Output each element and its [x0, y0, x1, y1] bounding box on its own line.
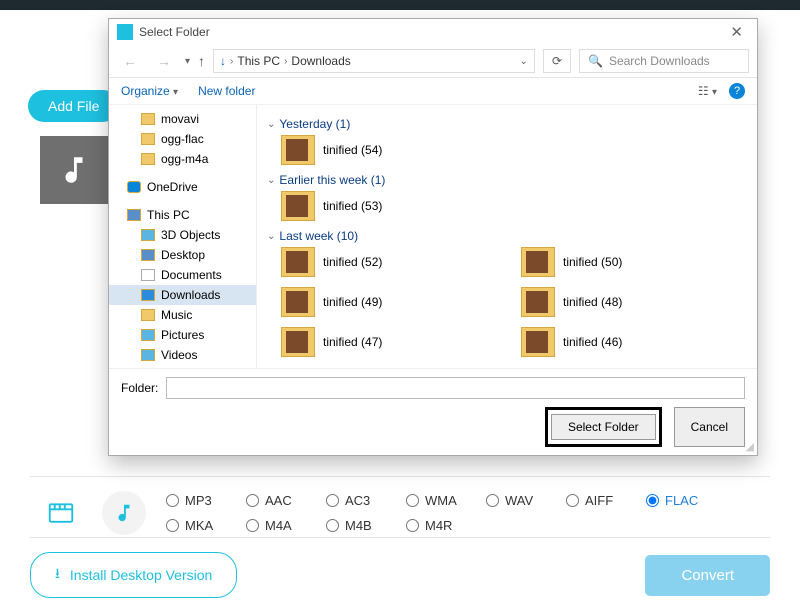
select-folder-button[interactable]: Select Folder — [551, 414, 656, 440]
list-item[interactable]: tinified (48) — [521, 287, 721, 317]
dialog-title: Select Folder — [139, 25, 210, 39]
format-m4r[interactable]: M4R — [406, 518, 486, 533]
tree-item-downloads[interactable]: Downloads — [109, 285, 256, 305]
tree-item-videos[interactable]: Videos — [109, 345, 256, 365]
folder-input[interactable] — [166, 377, 745, 399]
format-aac[interactable]: AAC — [246, 493, 326, 508]
tree-item-music[interactable]: Music — [109, 305, 256, 325]
group-yesterday[interactable]: ⌄Yesterday (1) — [267, 117, 747, 131]
format-mp3[interactable]: MP3 — [166, 493, 246, 508]
folder-label: Folder: — [121, 381, 158, 395]
format-wma[interactable]: WMA — [406, 493, 486, 508]
forward-icon: → — [151, 50, 177, 72]
format-m4a[interactable]: M4A — [246, 518, 326, 533]
search-icon: 🔍 — [588, 54, 603, 68]
tree-item-3d-objects[interactable]: 3D Objects — [109, 225, 256, 245]
group-earlier-this-week[interactable]: ⌄Earlier this week (1) — [267, 173, 747, 187]
format-wav[interactable]: WAV — [486, 493, 566, 508]
media-thumbnail — [40, 136, 108, 204]
list-item[interactable]: tinified (46) — [521, 327, 721, 357]
video-tab-icon[interactable] — [40, 492, 82, 534]
tree-item-documents[interactable]: Documents — [109, 265, 256, 285]
format-flac[interactable]: FLAC — [646, 493, 726, 508]
list-item[interactable]: tinified (49) — [281, 287, 481, 317]
list-item[interactable]: tinified (50) — [521, 247, 721, 277]
group-last-week[interactable]: ⌄Last week (10) — [267, 229, 747, 243]
install-desktop-button[interactable]: ⭳ Install Desktop Version — [30, 552, 237, 598]
history-dropdown-icon[interactable]: ▾ — [185, 56, 190, 67]
tree-item-ogg-flac[interactable]: ogg-flac — [109, 129, 256, 149]
back-icon[interactable]: ← — [117, 50, 143, 72]
download-icon: ⭳ — [55, 563, 60, 587]
add-files-button[interactable]: Add File — [28, 90, 119, 122]
folder-list: ⌄Yesterday (1) tinified (54) ⌄Earlier th… — [257, 105, 757, 368]
tree-item-desktop[interactable]: Desktop — [109, 245, 256, 265]
tree-item-pictures[interactable]: Pictures — [109, 325, 256, 345]
location-icon: ↓ — [220, 54, 226, 68]
resize-grip-icon[interactable]: ◢ — [746, 440, 754, 453]
chevron-down-icon[interactable]: ⌄ — [520, 56, 528, 67]
up-icon[interactable]: ↑ — [198, 53, 205, 69]
help-icon[interactable]: ? — [729, 83, 745, 99]
list-item[interactable]: tinified (53) — [281, 191, 481, 221]
tree-item-onedrive[interactable]: OneDrive — [109, 177, 256, 197]
view-options-icon[interactable]: ☷ ▾ — [698, 84, 717, 98]
organize-menu[interactable]: Organize ▾ — [121, 84, 178, 98]
format-ac3[interactable]: AC3 — [326, 493, 406, 508]
select-folder-dialog: Select Folder ✕ ← → ▾ ↑ ↓ › This PC › Do… — [108, 18, 758, 456]
format-aiff[interactable]: AIFF — [566, 493, 646, 508]
app-logo-icon — [117, 24, 133, 40]
refresh-icon[interactable]: ⟳ — [543, 49, 571, 73]
format-mka[interactable]: MKA — [166, 518, 246, 533]
convert-button[interactable]: Convert — [645, 555, 770, 596]
list-item[interactable]: tinified (52) — [281, 247, 481, 277]
list-item[interactable]: tinified (47) — [281, 327, 481, 357]
tree-item-movavi[interactable]: movavi — [109, 109, 256, 129]
new-folder-button[interactable]: New folder — [198, 84, 255, 98]
search-input[interactable]: 🔍 Search Downloads — [579, 49, 749, 73]
format-m4b[interactable]: M4B — [326, 518, 406, 533]
audio-tab-icon[interactable] — [102, 491, 146, 535]
tree-item-ogg-m4a[interactable]: ogg-m4a — [109, 149, 256, 169]
list-item[interactable]: tinified (54) — [281, 135, 481, 165]
cancel-button[interactable]: Cancel — [674, 407, 745, 447]
breadcrumb[interactable]: ↓ › This PC › Downloads ⌄ — [213, 49, 535, 73]
tree-item-this-pc[interactable]: This PC — [109, 205, 256, 225]
close-icon[interactable]: ✕ — [724, 23, 749, 41]
folder-tree: movavi ogg-flac ogg-m4a OneDrive This PC… — [109, 105, 257, 368]
